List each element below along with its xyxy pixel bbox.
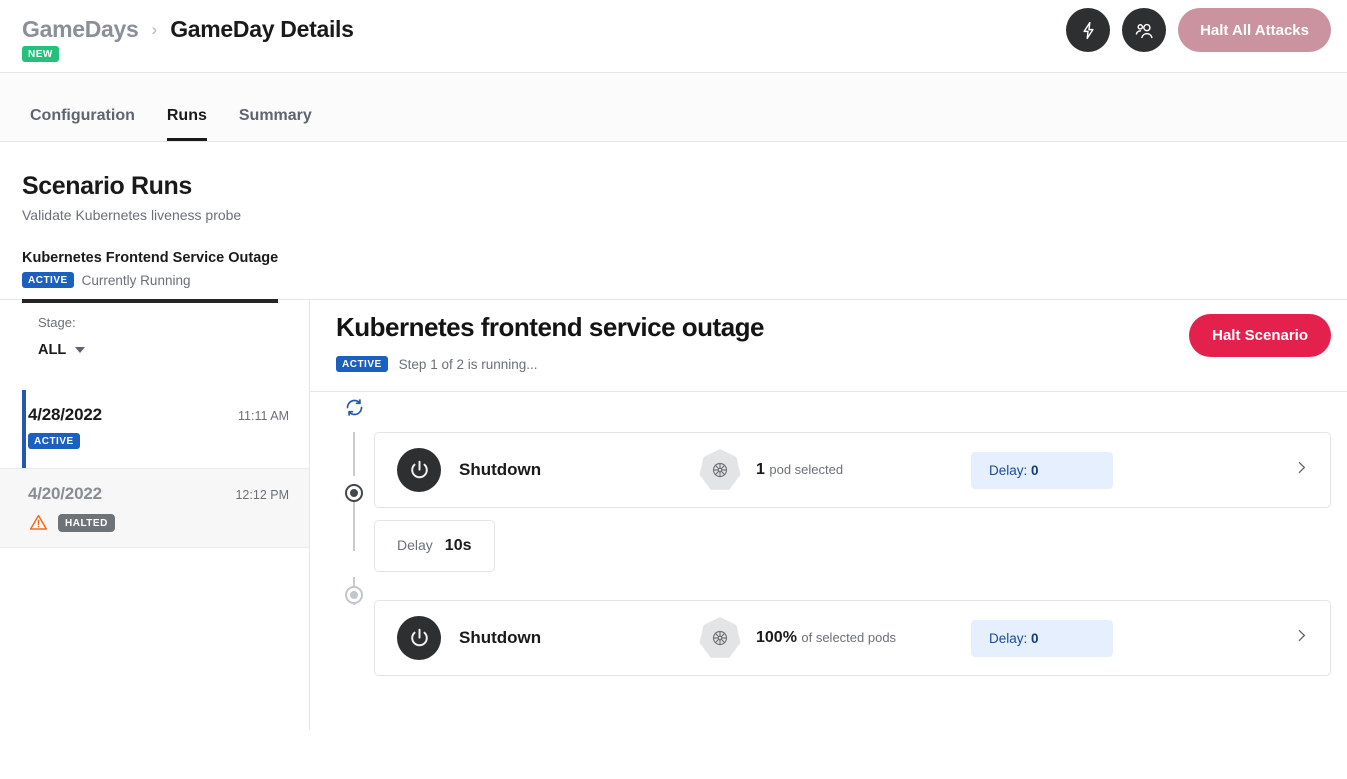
tab-summary[interactable]: Summary xyxy=(239,107,312,141)
step-delay-label: Delay: xyxy=(989,631,1027,646)
timeline-connector xyxy=(353,432,355,476)
status-badge: ACTIVE xyxy=(336,356,388,372)
halt-scenario-button[interactable]: Halt Scenario xyxy=(1189,314,1331,357)
run-item-date: 4/20/2022 xyxy=(28,484,102,504)
list-item[interactable]: 4/28/2022 11:11 AM ACTIVE xyxy=(0,390,309,469)
scenario-tab-meta: ACTIVE Currently Running xyxy=(22,272,278,288)
scenario-tab-kubernetes-frontend-service-outage[interactable]: Kubernetes Frontend Service Outage ACTIV… xyxy=(22,250,278,302)
breadcrumb: GameDays › GameDay Details xyxy=(22,16,354,43)
step-delay-pill: Delay: 0 xyxy=(971,620,1113,657)
kubernetes-icon xyxy=(699,617,741,659)
app-header: GameDays › GameDay Details NEW Halt All … xyxy=(0,0,1347,73)
main-tab-bar: Configuration Runs Summary xyxy=(0,73,1347,142)
scenario-tab-strip: Kubernetes Frontend Service Outage ACTIV… xyxy=(0,250,1347,300)
run-item-row-secondary: HALTED xyxy=(28,512,289,533)
status-badge: ACTIVE xyxy=(28,433,80,449)
delay-step-box[interactable]: Delay 10s xyxy=(374,520,495,572)
step-target-label: pod selected xyxy=(769,462,843,477)
steps-timeline-area: Shutdown xyxy=(310,392,1347,676)
sync-refresh-icon xyxy=(344,397,365,418)
lightning-bolt-icon xyxy=(1078,20,1099,41)
runs-sidebar: Stage: ALL 4/28/2022 11:11 AM ACTIVE 4/2… xyxy=(0,300,310,730)
scenario-tab-status: Currently Running xyxy=(82,273,191,288)
timeline-rail xyxy=(336,392,372,732)
run-item-row-secondary: ACTIVE xyxy=(28,433,289,449)
users-button[interactable] xyxy=(1122,8,1166,52)
step-target-value: 1 xyxy=(756,461,765,478)
pending-dot-icon xyxy=(345,586,363,604)
list-item[interactable]: 4/20/2022 12:12 PM HALTED xyxy=(0,469,309,548)
chevron-right-icon[interactable] xyxy=(1293,627,1310,649)
run-item-row-primary: 4/28/2022 11:11 AM xyxy=(28,405,289,425)
scenario-subheader: ACTIVE Step 1 of 2 is running... xyxy=(336,356,1347,372)
run-item-time: 12:12 PM xyxy=(235,488,289,502)
kubernetes-icon xyxy=(699,449,741,491)
delay-step-label: Delay xyxy=(397,537,433,553)
step-delay-pill: Delay: 0 xyxy=(971,452,1113,489)
lightning-bolt-button[interactable] xyxy=(1066,8,1110,52)
scenario-detail-panel: Kubernetes frontend service outage ACTIV… xyxy=(310,300,1347,730)
step-attack-name: Shutdown xyxy=(459,628,699,648)
step-card-2[interactable]: Shutdown xyxy=(374,600,1331,676)
halt-all-attacks-button[interactable]: Halt All Attacks xyxy=(1178,8,1331,52)
stage-filter-value: ALL xyxy=(38,342,66,358)
step-delay-value: 0 xyxy=(1031,631,1039,646)
step-delay-value: 0 xyxy=(1031,463,1039,478)
stage-filter-label: Stage: xyxy=(38,315,309,330)
breadcrumb-separator-icon: › xyxy=(152,21,158,38)
step-target: 100% of selected pods xyxy=(756,629,971,647)
scenario-header: Kubernetes frontend service outage ACTIV… xyxy=(310,300,1347,392)
section-subtitle: Validate Kubernetes liveness probe xyxy=(22,207,1347,223)
section-header: Scenario Runs Validate Kubernetes livene… xyxy=(0,142,1347,223)
run-item-time: 11:11 AM xyxy=(238,409,289,423)
tab-configuration[interactable]: Configuration xyxy=(30,107,135,141)
run-item-row-primary: 4/20/2022 12:12 PM xyxy=(28,484,289,504)
timeline-node-step-2 xyxy=(345,586,363,604)
status-badge: ACTIVE xyxy=(22,272,74,288)
breadcrumb-link-gamedays[interactable]: GameDays xyxy=(22,16,139,43)
timeline-node-delay xyxy=(345,484,363,502)
delay-dot-icon xyxy=(345,484,363,502)
warning-triangle-icon xyxy=(28,512,49,533)
step-delay-label: Delay: xyxy=(989,463,1027,478)
chevron-right-icon[interactable] xyxy=(1293,459,1310,481)
tab-runs[interactable]: Runs xyxy=(167,107,207,141)
step-target: 1 pod selected xyxy=(756,461,971,479)
status-badge: HALTED xyxy=(58,514,115,532)
stage-filter-dropdown[interactable]: ALL xyxy=(38,342,309,358)
run-list: 4/28/2022 11:11 AM ACTIVE 4/20/2022 12:1… xyxy=(0,390,309,548)
timeline-node-step-1 xyxy=(344,397,365,423)
timeline-connector xyxy=(353,500,355,551)
delay-step-value: 10s xyxy=(445,537,472,555)
stage-filter: Stage: ALL xyxy=(0,300,309,358)
scenario-tab-title: Kubernetes Frontend Service Outage xyxy=(22,250,278,266)
page-title: GameDay Details xyxy=(170,16,353,43)
power-shutdown-icon xyxy=(397,448,441,492)
power-shutdown-icon xyxy=(397,616,441,660)
step-target-label: of selected pods xyxy=(801,630,896,645)
section-title: Scenario Runs xyxy=(22,172,1347,201)
scenario-step-status: Step 1 of 2 is running... xyxy=(399,357,538,372)
header-actions: Halt All Attacks xyxy=(1066,8,1331,52)
step-attack-name: Shutdown xyxy=(459,460,699,480)
run-item-date: 4/28/2022 xyxy=(28,405,102,425)
body-area: Stage: ALL 4/28/2022 11:11 AM ACTIVE 4/2… xyxy=(0,300,1347,730)
step-card-1[interactable]: Shutdown xyxy=(374,432,1331,508)
users-icon xyxy=(1133,19,1156,42)
chevron-down-icon xyxy=(75,347,85,353)
new-badge: NEW xyxy=(22,46,59,62)
step-target-value: 100% xyxy=(756,629,797,646)
